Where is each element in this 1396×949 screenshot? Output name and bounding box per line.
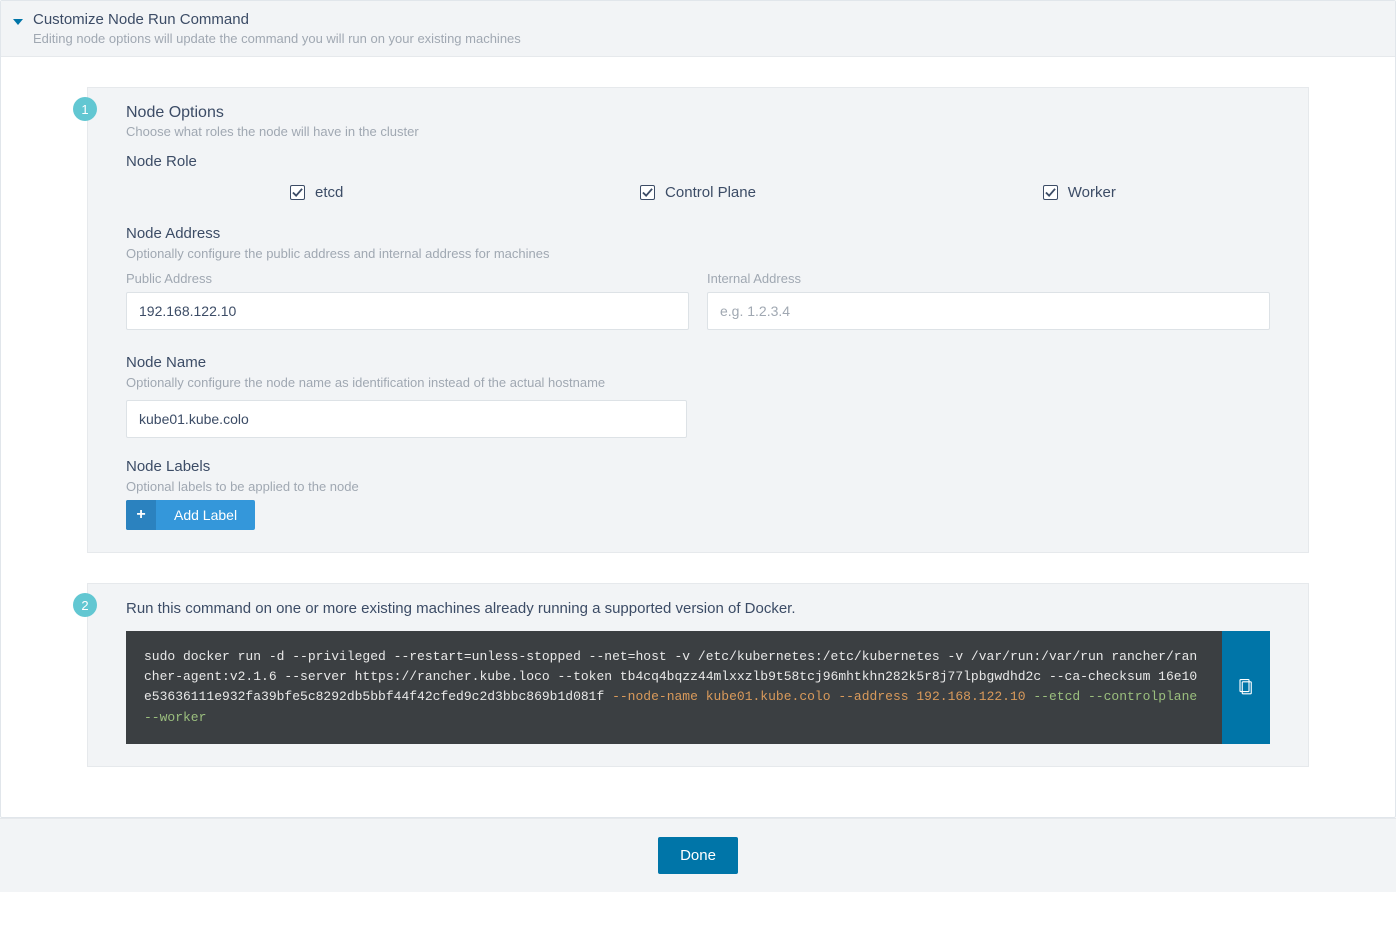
control-plane-checkbox[interactable] [640,185,655,200]
add-label-button[interactable]: + Add Label [126,500,255,530]
internal-address-input[interactable] [707,292,1270,330]
footer-bar: Done [0,818,1396,892]
node-labels-subtitle: Optional labels to be applied to the nod… [126,479,1270,494]
copy-command-button[interactable] [1222,631,1270,744]
public-address-input[interactable] [126,292,689,330]
internal-address-label: Internal Address [707,271,1270,286]
etcd-checkbox[interactable] [290,185,305,200]
header-title: Customize Node Run Command [33,9,1379,30]
header-bar: Customize Node Run Command Editing node … [1,1,1395,57]
command-box[interactable]: sudo docker run -d --privileged --restar… [126,631,1222,744]
worker-checkbox[interactable] [1043,185,1058,200]
header-subtitle: Editing node options will update the com… [33,30,1379,48]
run-command-card: Run this command on one or more existing… [87,583,1309,767]
done-button[interactable]: Done [658,837,738,874]
node-name-subtitle: Optionally configure the node name as id… [126,375,1270,390]
node-name-input[interactable] [126,400,687,438]
step-badge-1: 1 [73,97,97,121]
worker-label: Worker [1068,184,1116,201]
step-badge-2: 2 [73,593,97,617]
collapse-caret-icon[interactable] [13,19,23,25]
node-address-title: Node Address [126,225,1270,242]
node-options-card: Node Options Choose what roles the node … [87,87,1309,553]
node-role-label: Node Role [126,153,1270,170]
public-address-label: Public Address [126,271,689,286]
node-name-title: Node Name [126,354,1270,371]
control-plane-label: Control Plane [665,184,756,201]
node-address-subtitle: Optionally configure the public address … [126,246,1270,261]
plus-icon: + [126,500,156,530]
clipboard-icon [1237,678,1255,696]
node-options-subtitle: Choose what roles the node will have in … [126,124,1270,139]
node-labels-title: Node Labels [126,458,1270,475]
node-options-title: Node Options [126,104,1270,122]
run-command-title: Run this command on one or more existing… [126,600,1270,617]
etcd-label: etcd [315,184,343,201]
add-label-text: Add Label [156,507,255,523]
